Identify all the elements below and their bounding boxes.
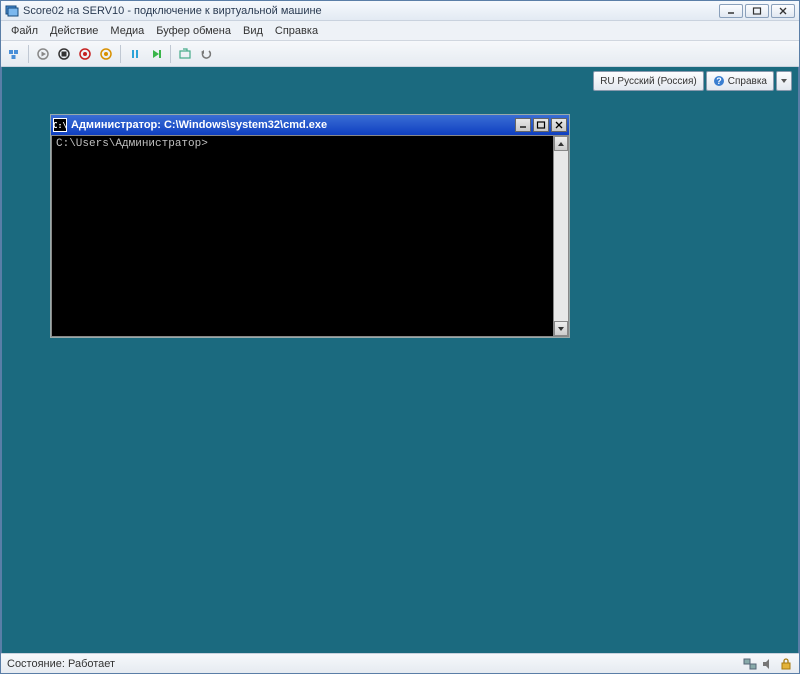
language-button[interactable]: RU Русский (Россия) [593,71,704,91]
status-bar: Состояние: Работает [1,653,799,673]
revert-button[interactable] [197,45,215,63]
status-text: Состояние: Работает [7,658,115,670]
vm-desktop[interactable]: RU Русский (Россия) ? Справка C:\ Админи… [1,67,799,653]
cmd-client-area: C:\Users\Администратор> [51,135,569,337]
menu-clipboard[interactable]: Буфер обмена [150,23,237,39]
cmd-minimize-button[interactable] [515,118,531,132]
snapshot-button[interactable] [176,45,194,63]
minimize-button[interactable] [719,4,743,18]
cmd-maximize-button[interactable] [533,118,549,132]
reset-button[interactable] [147,45,165,63]
status-icons [743,657,793,671]
cmd-window[interactable]: C:\ Администратор: C:\Windows\system32\c… [50,114,570,338]
pause-button[interactable] [126,45,144,63]
langbar-options-button[interactable] [776,71,792,91]
menu-action[interactable]: Действие [44,23,104,39]
cmd-title-bar[interactable]: C:\ Администратор: C:\Windows\system32\c… [51,115,569,135]
save-button[interactable] [97,45,115,63]
scroll-down-button[interactable] [554,321,568,336]
shutdown-button[interactable] [76,45,94,63]
app-icon [5,4,19,18]
menu-media[interactable]: Медиа [104,23,150,39]
menu-view[interactable]: Вид [237,23,269,39]
help-button[interactable]: ? Справка [706,71,774,91]
vm-connection-window: Score02 на SERV10 - подключение к виртуа… [0,0,800,674]
svg-text:?: ? [716,76,722,86]
toolbar [1,41,799,67]
language-bar: RU Русский (Россия) ? Справка [593,71,792,91]
scroll-track[interactable] [554,151,568,321]
scroll-up-button[interactable] [554,136,568,151]
menu-bar: Файл Действие Медиа Буфер обмена Вид Спр… [1,21,799,41]
cmd-icon: C:\ [53,118,67,132]
cmd-output[interactable]: C:\Users\Администратор> [52,136,553,336]
cmd-scrollbar[interactable] [553,136,568,336]
cmd-title-text: Администратор: C:\Windows\system32\cmd.e… [71,119,327,131]
start-button[interactable] [34,45,52,63]
title-bar[interactable]: Score02 на SERV10 - подключение к виртуа… [1,1,799,21]
help-icon: ? [713,75,725,87]
window-title: Score02 на SERV10 - подключение к виртуа… [23,5,322,17]
speaker-icon [761,657,775,671]
menu-help[interactable]: Справка [269,23,324,39]
ctrl-alt-del-button[interactable] [5,45,23,63]
help-label: Справка [728,76,767,87]
close-button[interactable] [771,4,795,18]
lock-icon [779,657,793,671]
network-icon [743,657,757,671]
turnoff-button[interactable] [55,45,73,63]
menu-file[interactable]: Файл [5,23,44,39]
chevron-down-icon [780,75,788,87]
cmd-close-button[interactable] [551,118,567,132]
maximize-button[interactable] [745,4,769,18]
